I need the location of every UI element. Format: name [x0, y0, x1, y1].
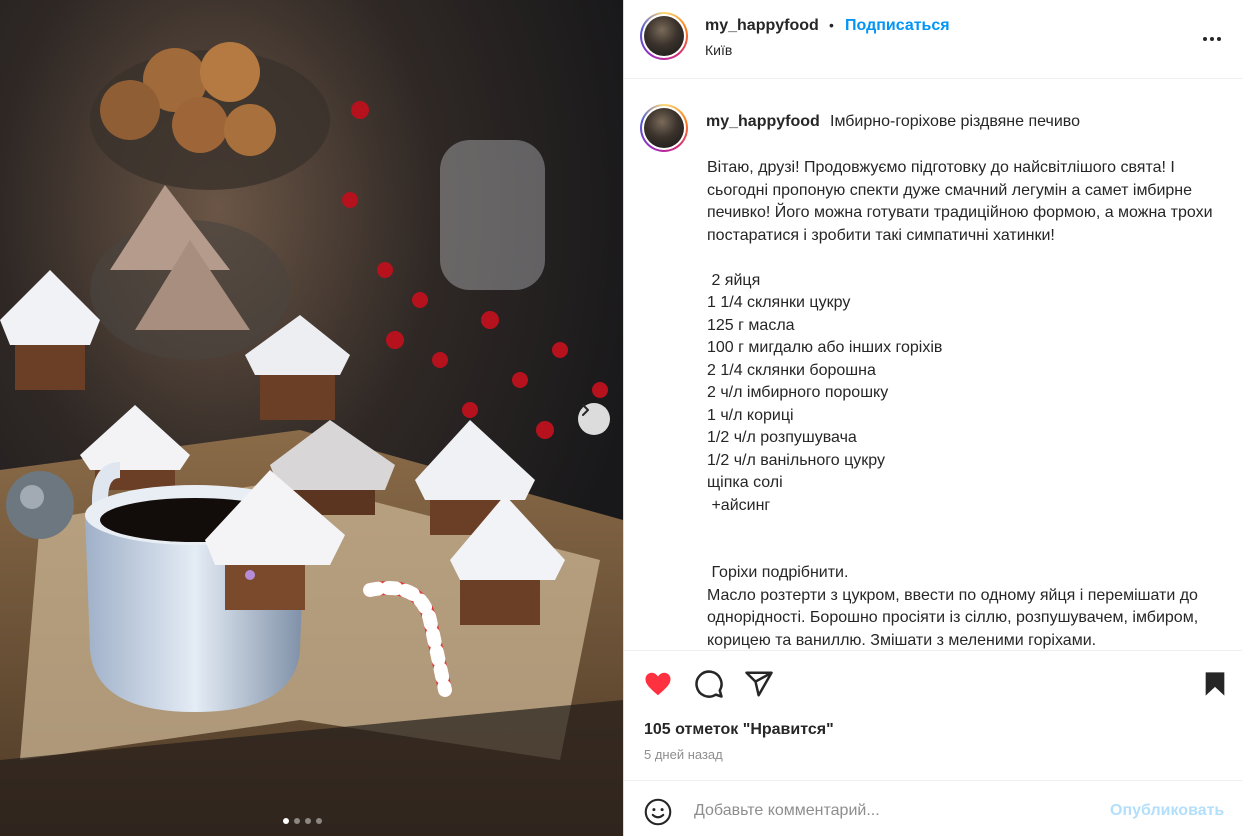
- heart-filled-icon: [645, 672, 671, 696]
- caption-title: Імбирно-горіхове різдвяне печиво: [830, 113, 1081, 130]
- caption-username[interactable]: my_happyfood: [706, 113, 820, 131]
- more-options-button[interactable]: [1201, 28, 1223, 50]
- caption-text: Вітаю, друзі! Продовжуємо підготовку до …: [707, 159, 1213, 649]
- comment-input[interactable]: [694, 799, 1094, 823]
- header-separator: •: [829, 17, 834, 33]
- likes-count[interactable]: 105 отметок "Нравится": [644, 721, 834, 739]
- carousel-dot: [305, 818, 311, 824]
- more-horizontal-icon: [1203, 37, 1221, 41]
- post-header: my_happyfood • Подписаться Київ: [624, 0, 1242, 79]
- carousel-dot: [283, 818, 289, 824]
- save-button[interactable]: [1201, 669, 1231, 699]
- publish-button[interactable]: Опубликовать: [1110, 802, 1224, 820]
- share-button[interactable]: [744, 669, 774, 699]
- post-details-panel: my_happyfood • Подписаться Київ my_happy…: [624, 0, 1242, 836]
- post-photo[interactable]: [0, 0, 623, 836]
- chevron-right-icon: [582, 404, 589, 416]
- caption-area: my_happyfood Імбирно-горіхове різдвяне п…: [624, 80, 1242, 650]
- avatar[interactable]: [640, 12, 688, 60]
- post-time[interactable]: 5 дней назад: [644, 747, 723, 762]
- emoji-icon: [644, 798, 672, 826]
- location-link[interactable]: Київ: [705, 42, 732, 58]
- post-actions: 105 отметок "Нравится" 5 дней назад: [624, 650, 1242, 780]
- comment-icon: [695, 670, 723, 698]
- like-button[interactable]: [643, 669, 673, 699]
- carousel-dot: [316, 818, 322, 824]
- comment-button[interactable]: [694, 669, 724, 699]
- photo-illustration: [0, 0, 623, 836]
- emoji-button[interactable]: [644, 798, 672, 826]
- header-username[interactable]: my_happyfood: [705, 17, 819, 35]
- carousel-dot: [294, 818, 300, 824]
- carousel-indicator: [283, 818, 322, 824]
- comment-bar: Опубликовать: [624, 780, 1242, 836]
- next-photo-button[interactable]: [578, 403, 610, 435]
- caption-avatar[interactable]: [640, 104, 688, 152]
- bookmark-filled-icon: [1205, 672, 1225, 696]
- follow-button[interactable]: Подписаться: [845, 17, 950, 35]
- share-icon: [745, 671, 773, 697]
